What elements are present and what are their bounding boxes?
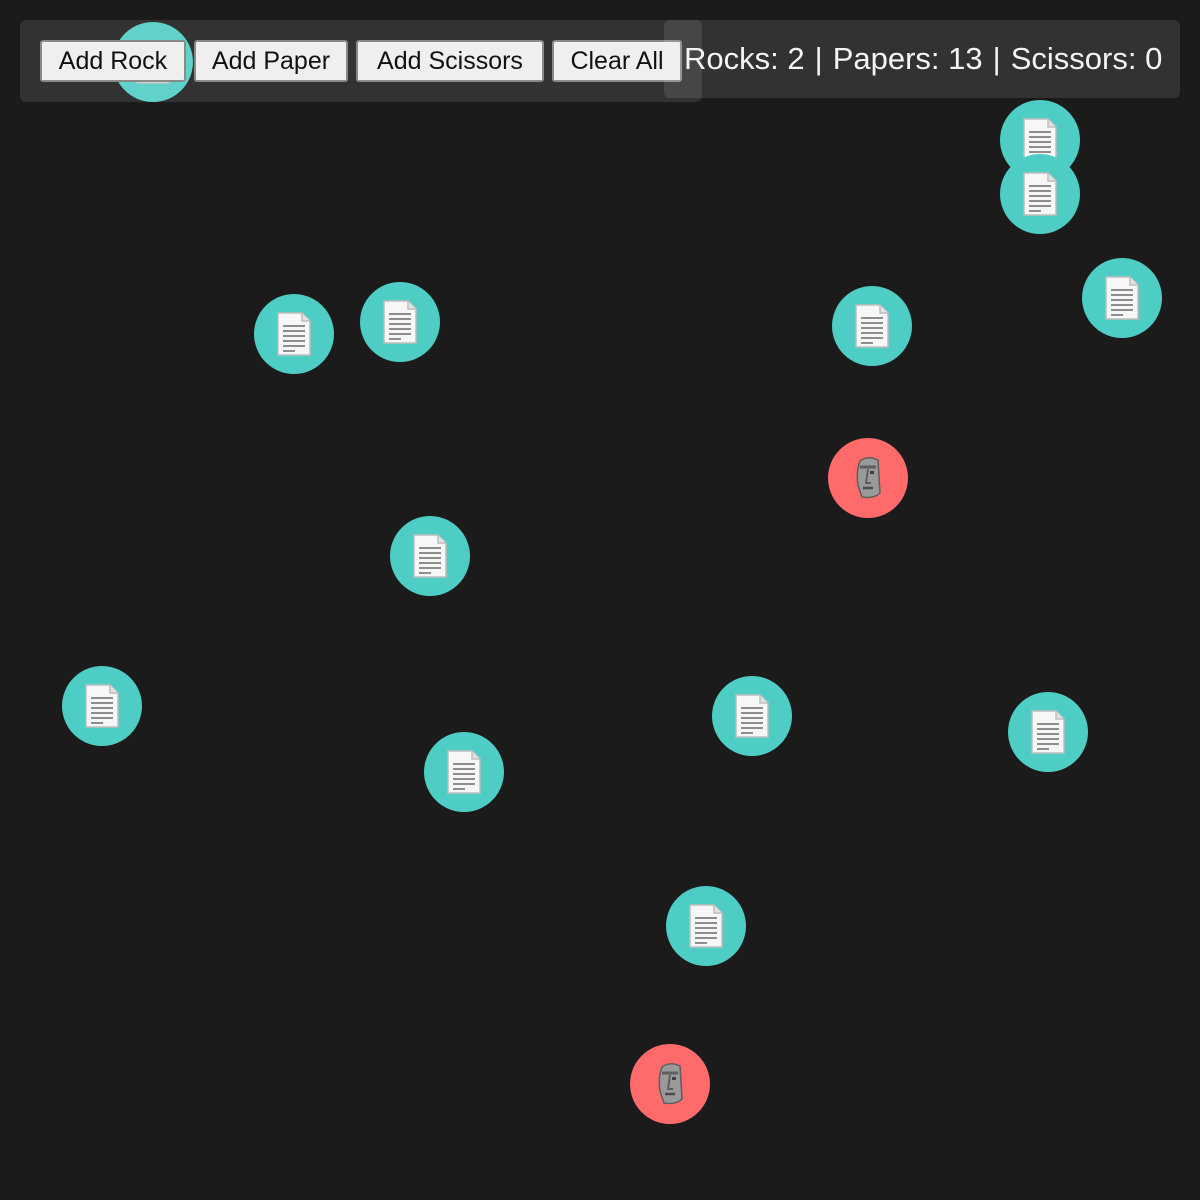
paper-piece [424,732,504,812]
page-icon [852,303,892,349]
paper-piece [62,666,142,746]
moai-icon [848,455,888,501]
add-scissors-button[interactable]: Add Scissors [356,40,544,82]
page-icon [444,749,484,795]
rocks-label: Rocks: [684,41,779,76]
stats-separator: | [992,41,1001,76]
game-arena[interactable] [0,0,1200,1200]
paper-piece [254,294,334,374]
page-icon [732,693,772,739]
stats-text: Rocks: 2 | Papers: 13 | Scissors: 0 [684,39,1162,79]
page-icon [1020,171,1060,217]
scissors-label: Scissors: [1010,41,1137,76]
page-icon [410,533,450,579]
rock-piece [630,1044,710,1124]
paper-piece [666,886,746,966]
papers-label: Papers: [832,41,940,76]
papers-count: 13 [948,41,983,76]
paper-piece [1082,258,1162,338]
paper-piece [390,516,470,596]
controls-panel: Add Rock Add Paper Add Scissors Clear Al… [20,20,702,102]
paper-piece [832,286,912,366]
page-icon [274,311,314,357]
scissors-count: 0 [1145,41,1163,76]
clear-all-button[interactable]: Clear All [552,40,682,82]
stats-separator: | [814,41,823,76]
page-icon [380,299,420,345]
moai-icon [650,1061,690,1107]
stats-panel: Rocks: 2 | Papers: 13 | Scissors: 0 [664,20,1180,98]
page-icon [1028,709,1068,755]
paper-piece [712,676,792,756]
add-rock-button[interactable]: Add Rock [40,40,186,82]
paper-piece [1008,692,1088,772]
paper-piece [1000,154,1080,234]
page-icon [82,683,122,729]
add-paper-button[interactable]: Add Paper [194,40,348,82]
rock-piece [828,438,908,518]
paper-piece [360,282,440,362]
page-icon [1102,275,1142,321]
page-icon [686,903,726,949]
rocks-count: 2 [787,41,805,76]
